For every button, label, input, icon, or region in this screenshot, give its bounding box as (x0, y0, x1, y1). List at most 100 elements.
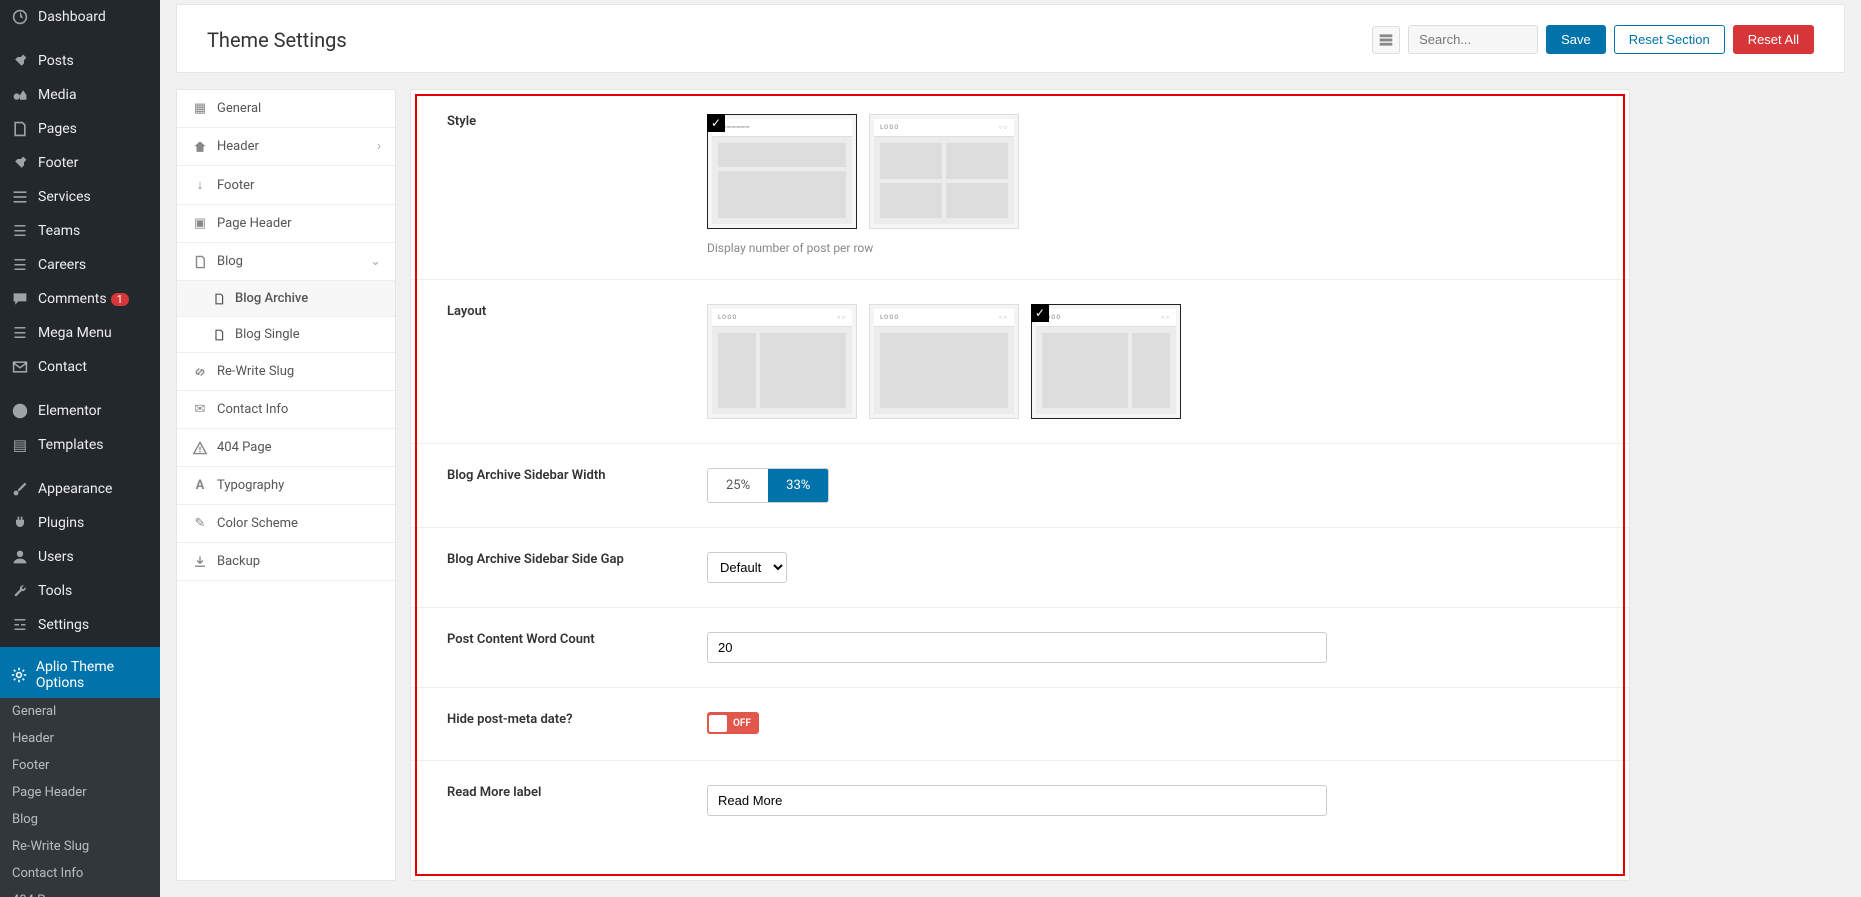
field-helper: Display number of post per row (707, 241, 1327, 255)
sidebar-item-footer[interactable]: Footer (0, 146, 160, 180)
layout-option-left-sidebar[interactable]: ✓ LOGO○○ (707, 304, 857, 419)
submenu-footer[interactable]: Footer (0, 752, 160, 779)
submenu-header[interactable]: Header (0, 725, 160, 752)
sidebar-item-appearance[interactable]: Appearance (0, 467, 160, 506)
reset-section-button[interactable]: Reset Section (1614, 25, 1725, 54)
nav-general[interactable]: ▦General (177, 90, 395, 128)
sidebar-item-posts[interactable]: Posts (0, 39, 160, 78)
file-icon (213, 329, 227, 341)
sidebar-label: Careers (38, 257, 86, 273)
sidebar-item-plugins[interactable]: Plugins (0, 506, 160, 540)
submenu-general[interactable]: General (0, 698, 160, 725)
file-icon (191, 255, 209, 269)
save-button[interactable]: Save (1546, 25, 1606, 54)
sidebar-item-megamenu[interactable]: ☰Mega Menu (0, 316, 160, 350)
sidebar-submenu: General Header Footer Page Header Blog R… (0, 698, 160, 897)
list-icon (10, 187, 30, 207)
nav-label: Backup (217, 554, 260, 569)
sidebar-width-group: 25% 33% (707, 468, 829, 503)
word-count-input[interactable] (707, 632, 1327, 663)
field-label: Layout (447, 304, 707, 419)
nav-404[interactable]: 404 Page (177, 429, 395, 467)
sidebar-item-media[interactable]: Media (0, 78, 160, 112)
sidebar-item-aplio-theme-options[interactable]: Aplio Theme Options (0, 647, 160, 698)
nav-typography[interactable]: ATypography (177, 467, 395, 505)
field-label: Read More label (447, 785, 707, 816)
brush-icon (10, 479, 30, 499)
nav-label: Color Scheme (217, 516, 298, 531)
nav-header[interactable]: Header › (177, 128, 395, 166)
toggle-knob (709, 715, 727, 732)
nav-label: Header (217, 139, 259, 154)
search-input[interactable] (1408, 25, 1538, 54)
chevron-right-icon: › (377, 139, 381, 154)
width-option-33[interactable]: 33% (768, 469, 828, 502)
read-more-input[interactable] (707, 785, 1327, 816)
nav-label: Contact Info (217, 402, 288, 417)
field-word-count: Post Content Word Count (411, 608, 1629, 688)
field-label: Hide post-meta date? (447, 712, 707, 736)
nav-backup[interactable]: Backup (177, 543, 395, 581)
submenu-page-header[interactable]: Page Header (0, 779, 160, 806)
field-read-more: Read More label (411, 761, 1629, 840)
sidebar-label: Comments (38, 291, 107, 307)
reset-all-button[interactable]: Reset All (1733, 25, 1814, 54)
image-icon: ▣ (191, 216, 209, 231)
sidebar-label: Posts (38, 53, 74, 69)
nav-page-header[interactable]: ▣Page Header (177, 205, 395, 243)
settings-panel: Style ✓ ━━━━━━━ ✓ LOGO○○ Di (410, 89, 1630, 881)
sidebar-item-careers[interactable]: ☰Careers (0, 248, 160, 282)
chevron-down-icon: ⌄ (370, 254, 381, 269)
nav-blog-submenu: Blog Archive Blog Single (177, 281, 395, 353)
sidebar-item-dashboard[interactable]: Dashboard (0, 0, 160, 34)
style-option-1[interactable]: ✓ ━━━━━━━ (707, 114, 857, 229)
sidebar-item-settings[interactable]: ☲Settings (0, 608, 160, 642)
sidebar-label: Services (38, 189, 91, 205)
menu-icon: ☰ (10, 323, 30, 343)
nav-label: Blog Single (235, 327, 300, 342)
warning-icon (191, 441, 209, 455)
sidebar-item-comments[interactable]: Comments1 (0, 282, 160, 316)
submenu-blog[interactable]: Blog (0, 806, 160, 833)
submenu-contact-info[interactable]: Contact Info (0, 860, 160, 887)
field-layout: Layout ✓ LOGO○○ ✓ LOGO○○ (411, 280, 1629, 444)
nav-footer[interactable]: ↓Footer (177, 166, 395, 205)
hide-date-toggle[interactable]: OFF (707, 712, 759, 734)
topbar: Theme Settings Save Reset Section Reset … (176, 4, 1845, 73)
check-icon: ✓ (1031, 304, 1049, 322)
download-icon (191, 555, 209, 569)
side-gap-select[interactable]: Default (707, 552, 787, 583)
sidebar-label: Users (38, 549, 74, 565)
sidebar-item-templates[interactable]: ▤Templates (0, 428, 160, 462)
arrow-down-icon: ↓ (191, 177, 209, 193)
nav-blog[interactable]: Blog ⌄ (177, 243, 395, 281)
submenu-rewrite-slug[interactable]: Re-Write Slug (0, 833, 160, 860)
pin-icon (10, 51, 30, 71)
submenu-404-page[interactable]: 404 Page (0, 887, 160, 897)
nav-color-scheme[interactable]: ✎ Color Scheme (177, 505, 395, 543)
main-area: Theme Settings Save Reset Section Reset … (160, 0, 1861, 897)
nav-contact-info[interactable]: ✉Contact Info (177, 391, 395, 429)
sidebar-item-services[interactable]: Services (0, 180, 160, 214)
field-hide-date: Hide post-meta date? OFF (411, 688, 1629, 761)
width-option-25[interactable]: 25% (708, 469, 768, 502)
sidebar-label: Plugins (38, 515, 84, 531)
sidebar-item-contact[interactable]: Contact (0, 350, 160, 384)
layout-option-full[interactable]: ✓ LOGO○○ (869, 304, 1019, 419)
field-style: Style ✓ ━━━━━━━ ✓ LOGO○○ Di (411, 90, 1629, 280)
sidebar-item-users[interactable]: Users (0, 540, 160, 574)
sidebar-item-elementor[interactable]: Elementor (0, 389, 160, 428)
nav-label: Blog (217, 254, 243, 269)
expand-button[interactable] (1372, 26, 1400, 54)
nav-rewrite-slug[interactable]: Re-Write Slug (177, 353, 395, 391)
paint-icon: ✎ (191, 516, 209, 531)
sidebar-item-tools[interactable]: Tools (0, 574, 160, 608)
nav-blog-archive[interactable]: Blog Archive (177, 281, 395, 317)
sidebar-item-teams[interactable]: ☰Teams (0, 214, 160, 248)
layout-option-right-sidebar[interactable]: ✓ LOGO○○ (1031, 304, 1181, 419)
sidebar-label: Elementor (38, 403, 101, 419)
sidebar-item-pages[interactable]: Pages (0, 112, 160, 146)
plug-icon (10, 513, 30, 533)
nav-blog-single[interactable]: Blog Single (177, 317, 395, 353)
style-option-2[interactable]: ✓ LOGO○○ (869, 114, 1019, 229)
